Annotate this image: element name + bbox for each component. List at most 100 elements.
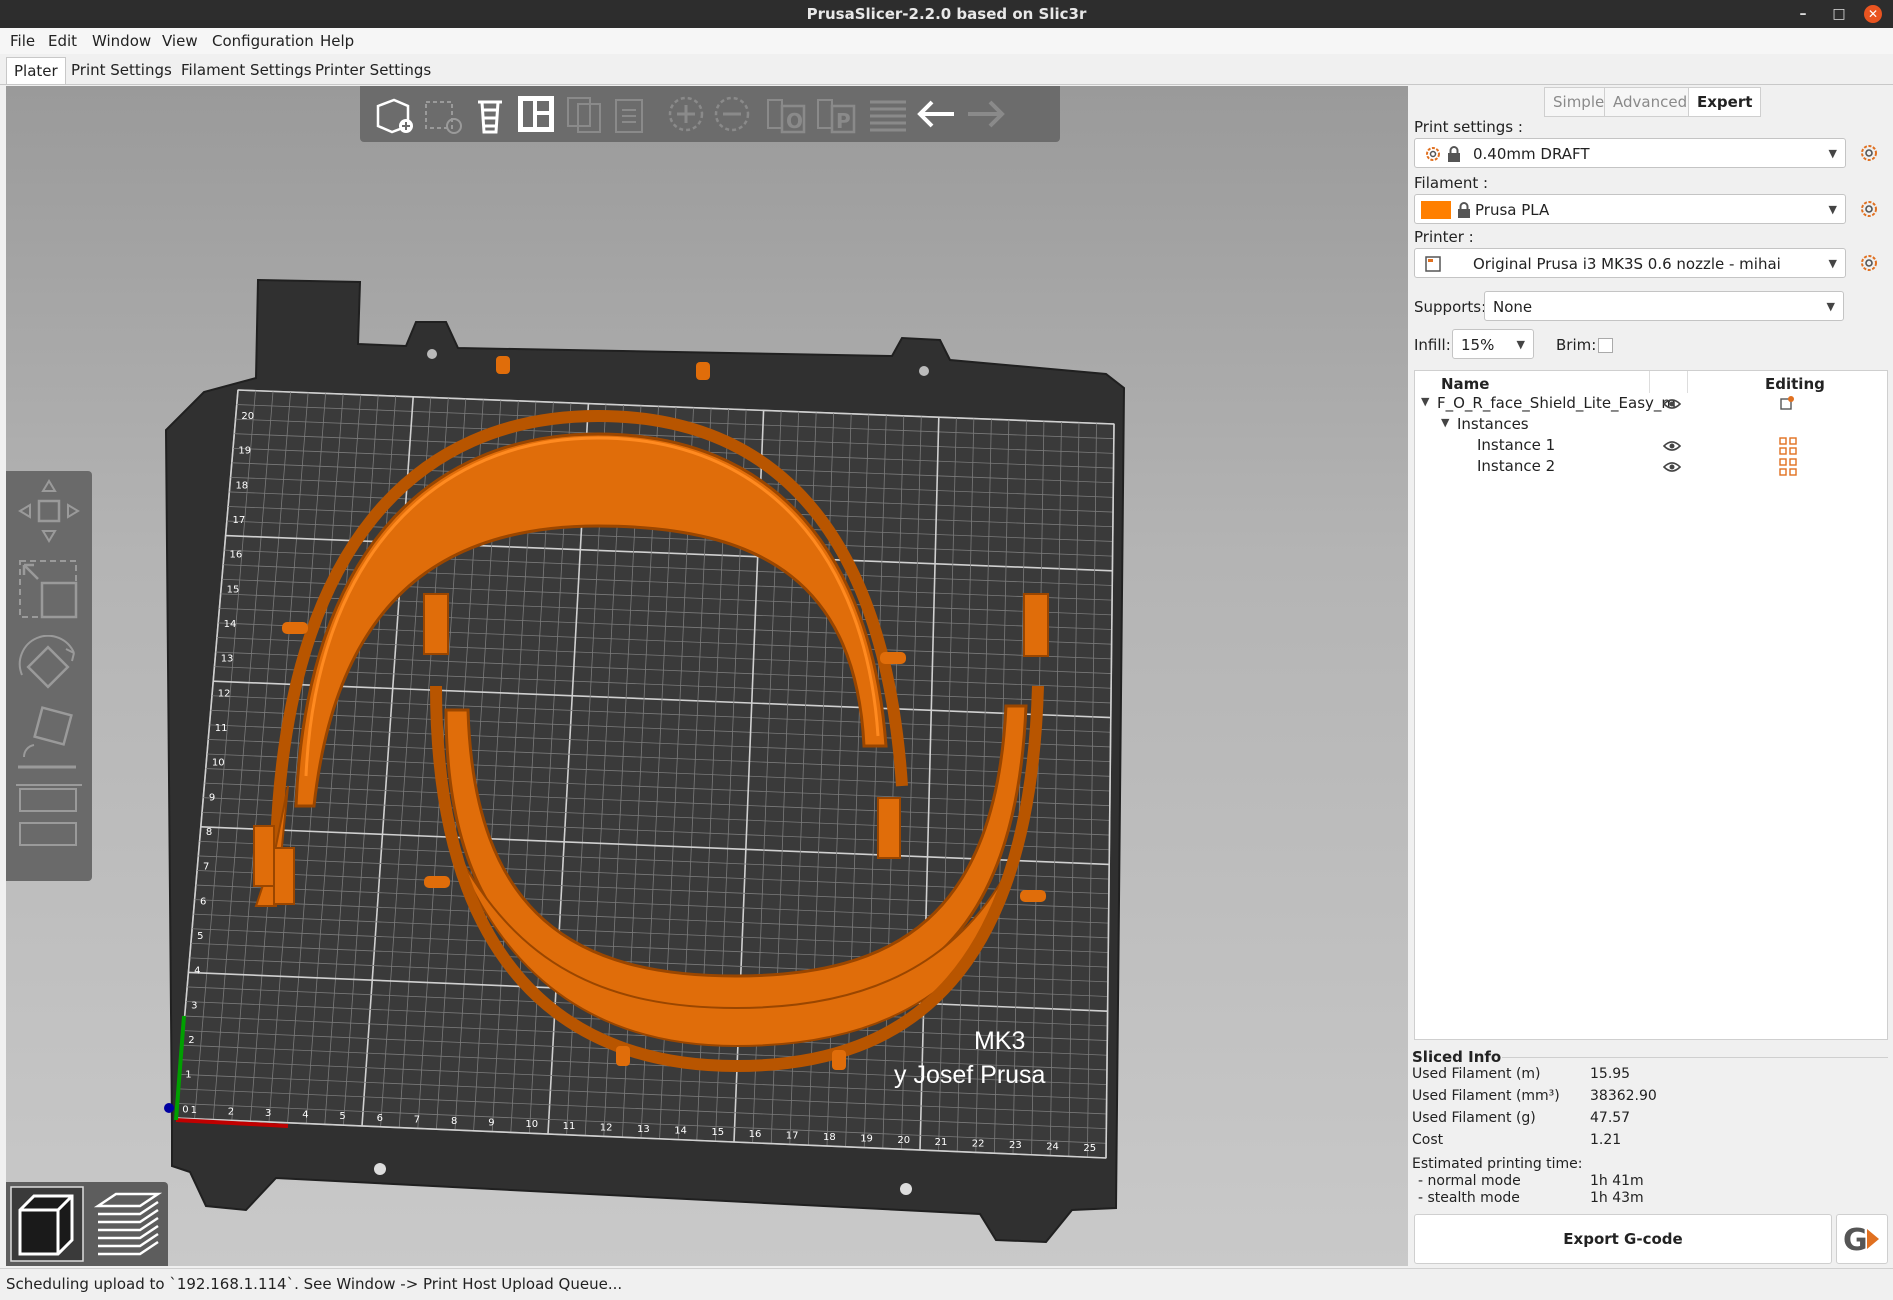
support-paint-icon[interactable]	[14, 817, 84, 851]
instance-grid-icon[interactable]	[1779, 437, 1797, 455]
scale-icon[interactable]	[14, 555, 84, 629]
chevron-down-icon: ▼	[1826, 300, 1835, 313]
infill-combo[interactable]: 15% ▼	[1452, 329, 1534, 359]
y-tick-label: 14	[224, 619, 237, 630]
expand-arrow-icon[interactable]: ▼	[1441, 416, 1449, 429]
print-settings-combo[interactable]: 0.40mm DRAFT ▼	[1414, 138, 1846, 168]
x-tick-label: 9	[488, 1118, 494, 1129]
y-tick-label: 12	[218, 688, 231, 699]
supports-combo[interactable]: None ▼	[1484, 291, 1844, 321]
menu-edit[interactable]: Edit	[48, 28, 77, 54]
menu-bar: File Edit Window View Configuration Help	[0, 28, 1893, 54]
place-on-face-icon[interactable]	[14, 703, 84, 775]
filament-gear-icon[interactable]	[1860, 200, 1878, 218]
stealth-mode-label: - stealth mode	[1418, 1190, 1520, 1206]
svg-text:P: P	[836, 109, 851, 133]
tab-plater[interactable]: Plater	[6, 57, 66, 84]
filament-combo[interactable]: Prusa PLA ▼	[1414, 194, 1846, 224]
arrange-icon[interactable]	[514, 92, 558, 136]
rotate-icon[interactable]	[14, 635, 84, 701]
expand-arrow-icon[interactable]: ▼	[1421, 395, 1429, 408]
y-tick-label: 19	[238, 446, 251, 457]
printer-gear-icon[interactable]	[1860, 254, 1878, 272]
remove-instance-icon	[714, 96, 750, 132]
close-button[interactable]: ✕	[1862, 0, 1884, 28]
normal-mode-label: - normal mode	[1418, 1173, 1521, 1189]
filament-value: Prusa PLA	[1475, 201, 1550, 219]
visibility-eye-icon[interactable]	[1663, 461, 1681, 473]
x-tick-label: 16	[749, 1129, 762, 1140]
stealth-mode-value: 1h 43m	[1590, 1190, 1644, 1206]
filament-label: Filament :	[1414, 174, 1489, 192]
print-bed-scene[interactable]: 1 2 3 4 5 6 7 8 9 10 11 12 13 14 15 16 17 18 19 20 21 22 23 24 2…	[6, 86, 1408, 1266]
tab-print-settings[interactable]: Print Settings	[64, 57, 179, 83]
brim-checkbox[interactable]	[1598, 338, 1613, 353]
estimated-time-label: Estimated printing time:	[1412, 1156, 1583, 1172]
edit-object-icon[interactable]	[1779, 395, 1795, 411]
x-tick-label: 4	[302, 1110, 308, 1121]
maximize-button[interactable]: □	[1828, 0, 1850, 28]
y-tick-label: 10	[212, 758, 225, 769]
menu-configuration[interactable]: Configuration	[212, 28, 314, 54]
instances-label[interactable]: Instances	[1457, 415, 1529, 433]
instance-grid-icon[interactable]	[1779, 458, 1797, 476]
status-text: Scheduling upload to `192.168.1.114`. Se…	[6, 1275, 623, 1293]
visibility-eye-icon[interactable]	[1663, 398, 1681, 410]
delete-all-icon[interactable]	[468, 92, 512, 136]
3d-viewport[interactable]: 1 2 3 4 5 6 7 8 9 10 11 12 13 14 15 16 17 18 19 20 21 22 23 24 2…	[6, 86, 1408, 1266]
cost-value: 1.21	[1590, 1132, 1622, 1148]
cost-label: Cost	[1412, 1132, 1444, 1148]
plater-toolbar: O P	[360, 86, 1060, 142]
column-name-header[interactable]: Name	[1441, 375, 1489, 393]
infill-label: Infill:	[1414, 336, 1451, 354]
supports-label: Supports:	[1414, 298, 1487, 316]
mode-simple-button[interactable]: Simple	[1544, 87, 1614, 117]
add-object-icon[interactable]	[372, 92, 416, 136]
menu-file[interactable]: File	[10, 28, 35, 54]
x-tick-label: 12	[600, 1122, 613, 1133]
y-tick-label: 7	[203, 862, 209, 873]
status-bar: Scheduling upload to `192.168.1.114`. Se…	[0, 1268, 1893, 1300]
export-gcode-button[interactable]: Export G-code	[1414, 1214, 1832, 1264]
visibility-eye-icon[interactable]	[1663, 440, 1681, 452]
3d-view-cube-icon[interactable]	[10, 1186, 84, 1262]
mode-expert-button[interactable]: Expert	[1688, 87, 1762, 117]
column-editing-header[interactable]: Editing	[1765, 375, 1825, 393]
printer-value: Original Prusa i3 MK3S 0.6 nozzle - miha…	[1473, 255, 1781, 273]
printer-combo[interactable]: Original Prusa i3 MK3S 0.6 nozzle - miha…	[1414, 248, 1846, 278]
print-settings-cog-icon	[1426, 147, 1440, 161]
right-sidebar: Simple Advanced Expert Print settings : …	[1410, 86, 1893, 1266]
object-name[interactable]: F_O_R_face_Shield_Lite_Easy_m	[1437, 394, 1676, 412]
y-tick-label: 13	[221, 654, 234, 665]
menu-window[interactable]: Window	[92, 28, 151, 54]
mode-advanced-button[interactable]: Advanced	[1604, 87, 1697, 117]
y-tick-label: 18	[235, 480, 248, 491]
view-toggle	[6, 1182, 168, 1266]
instance-2[interactable]: Instance 2	[1477, 457, 1555, 475]
gizmo-toolbar	[6, 471, 92, 881]
minimize-button[interactable]: –	[1792, 0, 1814, 28]
y-tick-label: 17	[233, 515, 246, 526]
y-tick-label: 1	[185, 1070, 191, 1081]
tab-filament-settings[interactable]: Filament Settings	[174, 57, 319, 83]
x-tick-label: 15	[711, 1127, 724, 1138]
window-title: PrusaSlicer-2.2.0 based on Slic3r	[806, 5, 1087, 23]
bed-brand-josef-prusa: y Josef Prusa	[894, 1061, 1046, 1089]
print-settings-gear-icon[interactable]	[1860, 144, 1878, 162]
supports-value: None	[1493, 298, 1533, 316]
instance-1[interactable]: Instance 1	[1477, 436, 1555, 454]
undo-arrow-icon[interactable]	[914, 92, 958, 136]
normal-mode-value: 1h 41m	[1590, 1173, 1644, 1189]
menu-view[interactable]: View	[162, 28, 198, 54]
preview-layers-icon[interactable]	[92, 1186, 166, 1262]
menu-help[interactable]: Help	[320, 28, 354, 54]
send-to-printer-button[interactable]: G	[1836, 1214, 1888, 1264]
x-tick-label: 6	[377, 1113, 383, 1124]
sliced-info-title: Sliced Info	[1412, 1048, 1502, 1066]
paste-icon	[615, 99, 643, 133]
x-tick-label: 1	[191, 1105, 197, 1116]
tab-printer-settings[interactable]: Printer Settings	[308, 57, 438, 83]
cut-icon[interactable]	[14, 781, 84, 815]
object-list: Name Editing ▼ F_O_R_face_Shield_Lite_Ea…	[1414, 370, 1888, 1040]
move-icon[interactable]	[14, 477, 84, 545]
